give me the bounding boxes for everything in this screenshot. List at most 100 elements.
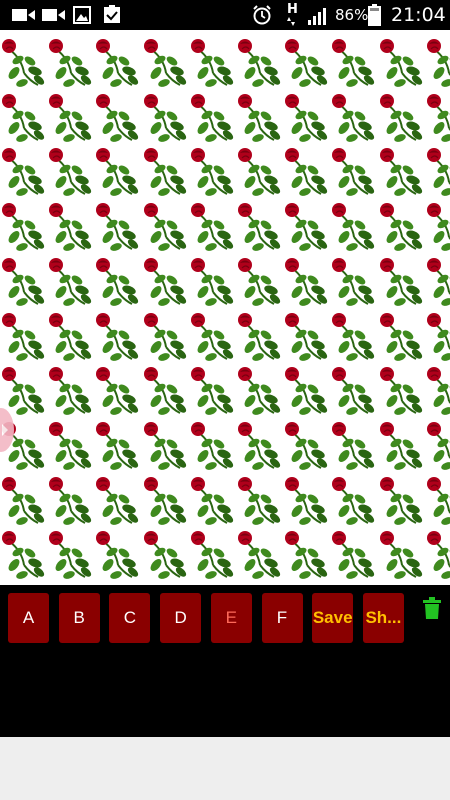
- rose-icon: [236, 254, 286, 309]
- rose-icon: [0, 254, 50, 309]
- rose-icon: [47, 473, 97, 528]
- rose-icon: [425, 527, 450, 582]
- rose-icon: [330, 144, 380, 199]
- rose-icon: [378, 90, 428, 145]
- rose-icon: [189, 254, 239, 309]
- rose-icon: [425, 90, 450, 145]
- network-type-label: H: [287, 2, 298, 17]
- button-f[interactable]: F: [261, 593, 303, 643]
- rose-icon: [378, 363, 428, 418]
- rose-icon: [189, 35, 239, 90]
- rose-icon: [142, 199, 192, 254]
- rose-icon: [425, 254, 450, 309]
- image-icon: [73, 6, 91, 24]
- rose-icon: [283, 473, 333, 528]
- rose-icon: [283, 254, 333, 309]
- rose-icon: [142, 418, 192, 473]
- rose-icon: [0, 309, 50, 364]
- rose-icon: [94, 254, 144, 309]
- rose-icon: [94, 35, 144, 90]
- rose-icon: [0, 363, 50, 418]
- rose-icon: [425, 309, 450, 364]
- rose-icon: [283, 199, 333, 254]
- button-d[interactable]: D: [160, 593, 202, 643]
- rose-icon: [283, 527, 333, 582]
- rose-icon: [47, 199, 97, 254]
- button-save[interactable]: Save: [312, 593, 354, 643]
- rose-icon: [47, 527, 97, 582]
- rose-icon: [378, 527, 428, 582]
- rose-icon: [236, 90, 286, 145]
- rose-icon: [425, 363, 450, 418]
- rose-icon: [94, 363, 144, 418]
- rose-icon: [425, 418, 450, 473]
- rose-icon: [330, 527, 380, 582]
- button-a[interactable]: A: [8, 593, 49, 643]
- rose-icon: [142, 309, 192, 364]
- button-sh[interactable]: Sh...: [362, 593, 404, 643]
- rose-icon: [94, 90, 144, 145]
- rose-icon: [425, 473, 450, 528]
- rose-icon: [283, 90, 333, 145]
- rose-icon: [189, 144, 239, 199]
- rose-icon: [0, 527, 50, 582]
- rose-icon: [283, 144, 333, 199]
- video-icon: [12, 9, 35, 21]
- rose-icon: [0, 35, 50, 90]
- rose-icon: [330, 309, 380, 364]
- network-h-icon: [287, 17, 295, 26]
- rose-icon: [330, 199, 380, 254]
- rose-icon: [330, 363, 380, 418]
- signal-icon: [308, 8, 326, 25]
- rose-icon: [142, 254, 192, 309]
- rose-icon: [378, 473, 428, 528]
- button-e[interactable]: E: [210, 593, 252, 643]
- rose-icon: [378, 199, 428, 254]
- rose-icon: [189, 199, 239, 254]
- rose-icon: [142, 35, 192, 90]
- rose-icon: [425, 144, 450, 199]
- rose-icon: [425, 199, 450, 254]
- rose-icon: [330, 254, 380, 309]
- rose-icon: [94, 199, 144, 254]
- alarm-icon: [253, 5, 271, 25]
- rose-icon: [47, 90, 97, 145]
- rose-icon: [47, 309, 97, 364]
- clock: 21:04: [391, 4, 446, 26]
- rose-icon: [378, 309, 428, 364]
- pattern-canvas[interactable]: [0, 30, 450, 585]
- rose-icon: [189, 527, 239, 582]
- rose-icon: [0, 144, 50, 199]
- toolbar-panel: A B C D E F Save Sh...: [0, 585, 450, 737]
- clipboard-check-icon: [104, 5, 120, 23]
- rose-icon: [283, 309, 333, 364]
- rose-icon: [378, 418, 428, 473]
- rose-icon: [283, 35, 333, 90]
- rose-icon: [330, 90, 380, 145]
- rose-icon: [142, 363, 192, 418]
- rose-icon: [142, 90, 192, 145]
- rose-icon: [0, 90, 50, 145]
- rose-icon: [47, 363, 97, 418]
- rose-icon: [236, 35, 286, 90]
- trash-icon[interactable]: [423, 597, 441, 619]
- rose-icon: [236, 527, 286, 582]
- rose-icon: [189, 473, 239, 528]
- rose-icon: [378, 35, 428, 90]
- rose-icon: [283, 363, 333, 418]
- rose-icon: [378, 144, 428, 199]
- rose-icon: [189, 418, 239, 473]
- rose-icon: [236, 144, 286, 199]
- button-b[interactable]: B: [58, 593, 100, 643]
- rose-icon: [236, 199, 286, 254]
- rose-icon: [330, 35, 380, 90]
- rose-icon: [47, 144, 97, 199]
- rose-icon: [47, 35, 97, 90]
- rose-icon: [142, 473, 192, 528]
- rose-icon: [189, 363, 239, 418]
- rose-icon: [236, 418, 286, 473]
- button-c[interactable]: C: [109, 593, 151, 643]
- rose-icon: [94, 473, 144, 528]
- status-bar: H 86% 21:04: [0, 0, 450, 30]
- rose-icon: [94, 309, 144, 364]
